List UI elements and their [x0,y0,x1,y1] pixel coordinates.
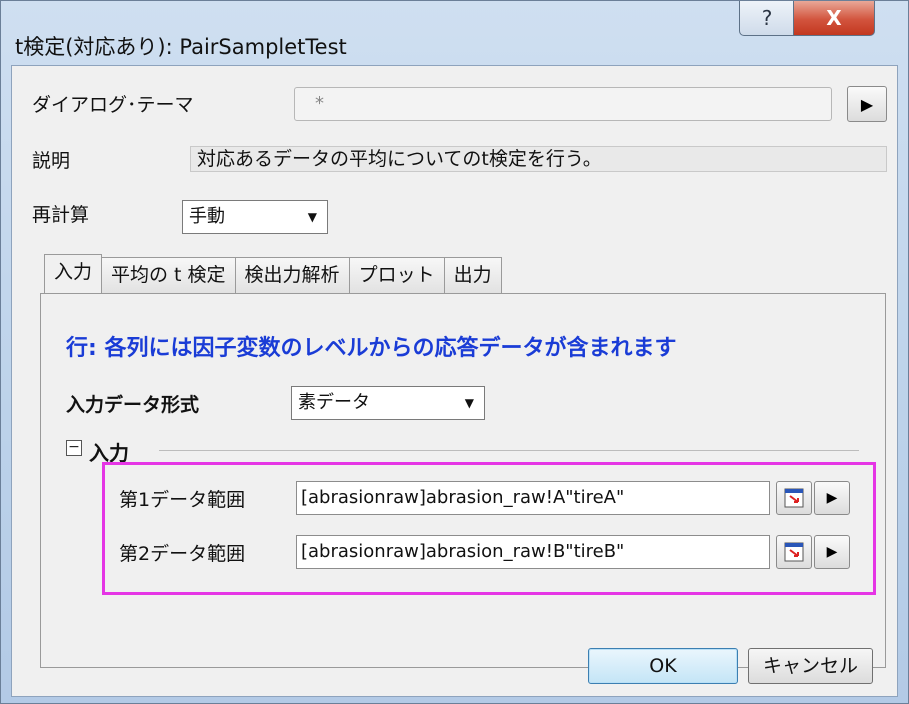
theme-field[interactable]: * [294,87,832,121]
close-button[interactable]: X [793,1,875,36]
range2-menu-button[interactable]: ▶ [814,535,850,569]
help-button[interactable]: ? [739,1,795,36]
panel-heading: 行: 各列には因子変数のレベルからの応答データが含まれます [66,336,677,361]
collapse-toggle-icon[interactable]: − [66,440,82,456]
range2-label: 第2データ範囲 [119,543,246,565]
tab-output[interactable]: 出力 [443,257,502,293]
dialog-body: ダイアログ･テーマ * ▶ 説明 対応あるデータの平均についてのt検定を行う。 … [11,65,898,697]
range2-input[interactable]: [abrasionraw]abrasion_raw!B"tireB" [296,535,770,569]
format-select[interactable]: 素データ ▼ [291,386,485,420]
tab-input[interactable]: 入力 [44,254,103,293]
ok-button[interactable]: OK [588,648,738,684]
tab-plot[interactable]: プロット [348,257,445,293]
recalc-value: 手動 [189,206,225,227]
tab-power-analysis[interactable]: 検出力解析 [234,257,350,293]
group-divider [159,450,859,451]
format-value: 素データ [298,392,370,413]
window-title: t検定(対応あり): PairSampletTest [15,35,347,59]
range1-label: 第1データ範囲 [119,489,246,511]
play-arrow-icon: ▶ [826,544,838,560]
theme-label: ダイアログ･テーマ [32,94,194,116]
range2-select-button[interactable] [776,535,812,569]
input-tab-panel: 行: 各列には因子変数のレベルからの応答データが含まれます 入力データ形式 素デ… [40,293,886,668]
cancel-button[interactable]: キャンセル [748,648,873,684]
format-label: 入力データ形式 [66,394,200,416]
recalc-label: 再計算 [32,204,90,226]
play-arrow-icon: ▶ [826,490,838,506]
range1-select-button[interactable] [776,481,812,515]
range-select-icon [784,542,804,562]
description-label: 説明 [32,150,71,172]
description-text: 対応あるデータの平均についてのt検定を行う。 [190,146,887,172]
dialog-window: t検定(対応あり): PairSampletTest ? X ダイアログ･テーマ… [0,0,909,704]
range1-input[interactable]: [abrasionraw]abrasion_raw!A"tireA" [296,481,770,515]
tab-t-test[interactable]: 平均の t 検定 [101,257,236,293]
recalc-select[interactable]: 手動 ▼ [182,200,328,234]
play-arrow-icon: ▶ [860,94,874,114]
title-bar[interactable]: t検定(対応あり): PairSampletTest ? X [1,1,908,65]
theme-menu-button[interactable]: ▶ [847,86,887,122]
chevron-down-icon: ▼ [464,396,474,410]
range1-menu-button[interactable]: ▶ [814,481,850,515]
tab-bar: 入力 平均の t 検定 検出力解析 プロット 出力 [44,254,502,293]
range-select-icon [784,488,804,508]
chevron-down-icon: ▼ [307,210,317,224]
